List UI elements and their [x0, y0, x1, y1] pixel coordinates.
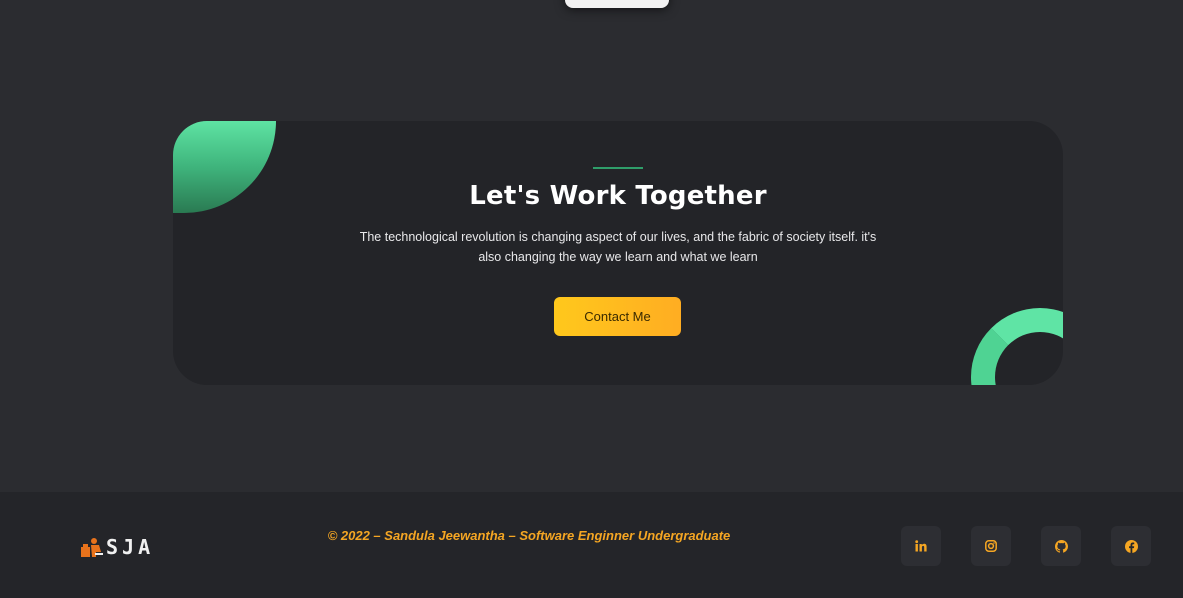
github-button[interactable] — [1041, 526, 1081, 566]
contact-me-button[interactable]: Contact Me — [554, 297, 681, 336]
github-icon — [1054, 539, 1068, 553]
linkedin-button[interactable] — [901, 526, 941, 566]
copyright-text: © 2022 – Sandula Jeewantha – Software En… — [327, 528, 731, 543]
cta-description: The technological revolution is changing… — [359, 230, 877, 264]
cta-title: Let's Work Together — [469, 181, 767, 211]
title-accent-line — [593, 167, 643, 169]
instagram-icon — [985, 540, 997, 552]
footer: SJA © 2022 – Sandula Jeewantha – Softwar… — [0, 492, 1183, 598]
facebook-icon — [1124, 539, 1138, 553]
facebook-button[interactable] — [1111, 526, 1151, 566]
work-together-card: Let's Work Together The technological re… — [173, 121, 1063, 385]
page: Let's Work Together The technological re… — [0, 0, 1183, 598]
instagram-button[interactable] — [971, 526, 1011, 566]
decorative-green-ring — [971, 308, 1063, 385]
scroll-tab[interactable] — [565, 0, 669, 8]
linkedin-icon — [915, 540, 927, 552]
